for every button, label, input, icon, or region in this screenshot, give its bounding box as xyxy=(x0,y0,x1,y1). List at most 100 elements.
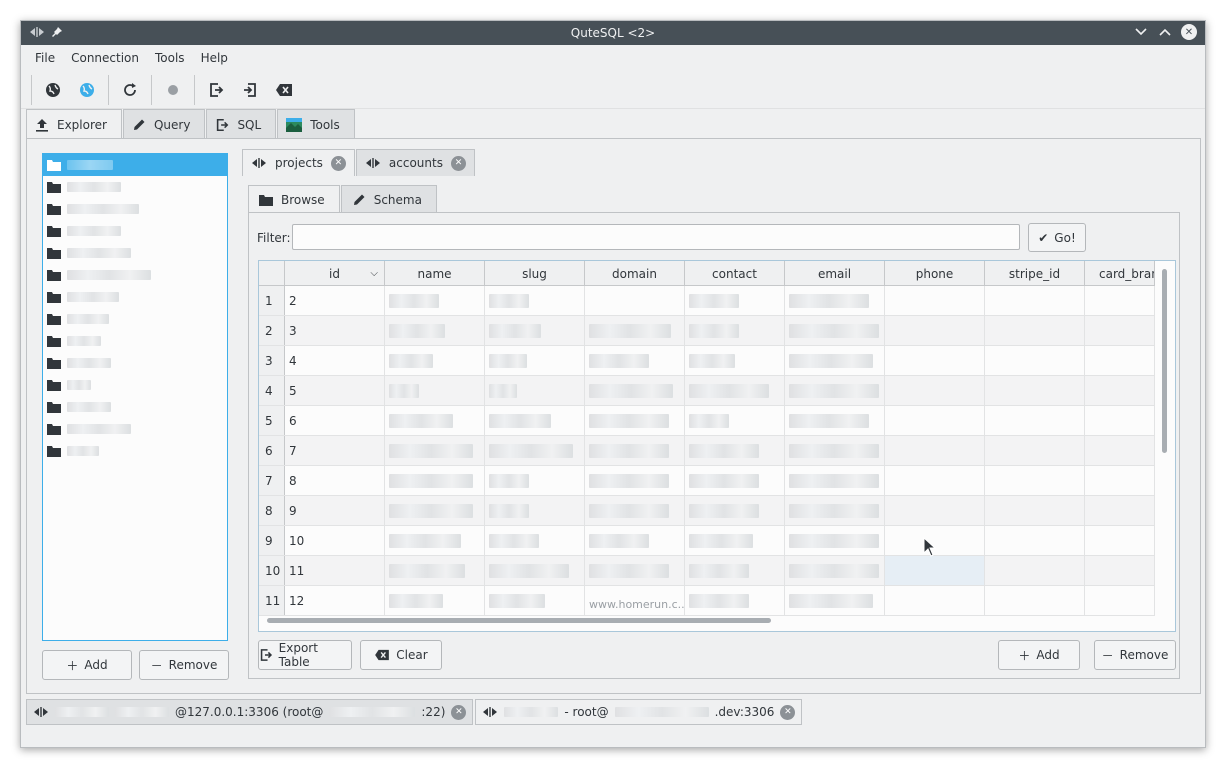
maximize-button[interactable] xyxy=(1157,24,1173,40)
cell-phone[interactable] xyxy=(885,286,985,315)
cell-card-brand[interactable] xyxy=(1085,436,1155,465)
database-item[interactable] xyxy=(43,308,227,330)
cell-stripe-id[interactable] xyxy=(985,316,1085,345)
database-item[interactable] xyxy=(43,440,227,462)
cell-id[interactable]: 2 xyxy=(285,286,385,315)
connection-tab-local[interactable]: @127.0.0.1:3306 (root@ :22) ✕ xyxy=(26,699,474,725)
cell-domain[interactable] xyxy=(585,316,685,345)
import-button[interactable] xyxy=(233,73,267,107)
cell-card-brand[interactable] xyxy=(1085,316,1155,345)
cell-domain[interactable] xyxy=(585,436,685,465)
cell-phone[interactable] xyxy=(885,406,985,435)
tab-browse[interactable]: Browse xyxy=(248,185,340,213)
cell-name[interactable] xyxy=(385,496,485,525)
cell-name[interactable] xyxy=(385,316,485,345)
cell-name[interactable] xyxy=(385,466,485,495)
go-button[interactable]: ✔ Go! xyxy=(1028,223,1086,252)
database-item[interactable] xyxy=(43,220,227,242)
cell-slug[interactable] xyxy=(485,406,585,435)
cell-card-brand[interactable] xyxy=(1085,466,1155,495)
menu-tools[interactable]: Tools xyxy=(147,51,193,65)
cell-contact[interactable] xyxy=(685,436,785,465)
cell-stripe-id[interactable] xyxy=(985,436,1085,465)
cell-email[interactable] xyxy=(785,496,885,525)
cell-id[interactable]: 4 xyxy=(285,346,385,375)
connect-button[interactable] xyxy=(36,73,70,107)
cell-contact[interactable] xyxy=(685,526,785,555)
database-item[interactable] xyxy=(43,396,227,418)
cell-stripe-id[interactable] xyxy=(985,286,1085,315)
database-item[interactable] xyxy=(43,330,227,352)
connection-tab-remote[interactable]: - root@ .dev:3306 ✕ xyxy=(475,699,803,725)
cell-contact[interactable] xyxy=(685,556,785,585)
cell-stripe-id[interactable] xyxy=(985,556,1085,585)
tab-sql[interactable]: SQL xyxy=(206,109,277,139)
minimize-button[interactable] xyxy=(1133,24,1149,40)
column-header-card-brand[interactable]: card_bran xyxy=(1085,261,1155,286)
tab-projects[interactable]: projects ✕ xyxy=(242,149,355,176)
data-grid[interactable]: id ⌵ name slug domain contact email phone… xyxy=(258,260,1176,632)
column-header-id[interactable]: id ⌵ xyxy=(285,261,385,286)
database-item[interactable] xyxy=(43,374,227,396)
cell-slug[interactable] xyxy=(485,466,585,495)
table-row[interactable]: 7 8 xyxy=(259,466,1155,496)
cell-email[interactable] xyxy=(785,556,885,585)
cell-card-brand[interactable] xyxy=(1085,286,1155,315)
cell-name[interactable] xyxy=(385,436,485,465)
tab-schema[interactable]: Schema xyxy=(340,185,437,213)
database-item[interactable] xyxy=(43,154,227,176)
cell-email[interactable] xyxy=(785,346,885,375)
record-button[interactable] xyxy=(156,73,190,107)
cell-slug[interactable] xyxy=(485,436,585,465)
cell-contact[interactable] xyxy=(685,286,785,315)
remove-database-button[interactable]: － Remove xyxy=(139,650,229,680)
database-item[interactable] xyxy=(43,418,227,440)
cell-email[interactable] xyxy=(785,586,885,615)
column-header-contact[interactable]: contact xyxy=(685,261,785,286)
cell-slug[interactable] xyxy=(485,346,585,375)
cell-stripe-id[interactable] xyxy=(985,526,1085,555)
database-item[interactable] xyxy=(43,242,227,264)
tab-query[interactable]: Query xyxy=(122,109,206,139)
database-item[interactable] xyxy=(43,286,227,308)
cell-slug[interactable] xyxy=(485,376,585,405)
filter-input[interactable] xyxy=(292,224,1020,250)
cell-contact[interactable] xyxy=(685,586,785,615)
cell-card-brand[interactable] xyxy=(1085,346,1155,375)
cell-domain[interactable] xyxy=(585,496,685,525)
cell-slug[interactable] xyxy=(485,286,585,315)
cell-name[interactable] xyxy=(385,526,485,555)
cell-card-brand[interactable] xyxy=(1085,376,1155,405)
cell-card-brand[interactable] xyxy=(1085,496,1155,525)
cell-phone[interactable] xyxy=(885,436,985,465)
close-connection-icon[interactable]: ✕ xyxy=(451,704,467,720)
table-row[interactable]: 2 3 xyxy=(259,316,1155,346)
cell-email[interactable] xyxy=(785,526,885,555)
table-row[interactable]: 5 6 xyxy=(259,406,1155,436)
database-item[interactable] xyxy=(43,198,227,220)
cell-domain[interactable] xyxy=(585,376,685,405)
cell-contact[interactable] xyxy=(685,316,785,345)
cell-id[interactable]: 6 xyxy=(285,406,385,435)
table-row[interactable]: 3 4 xyxy=(259,346,1155,376)
cell-phone[interactable] xyxy=(885,376,985,405)
table-row[interactable]: 8 9 xyxy=(259,496,1155,526)
cell-card-brand[interactable] xyxy=(1085,406,1155,435)
cell-domain[interactable] xyxy=(585,406,685,435)
table-row[interactable]: 4 5 xyxy=(259,376,1155,406)
cell-id[interactable]: 8 xyxy=(285,466,385,495)
cell-id[interactable]: 10 xyxy=(285,526,385,555)
database-list[interactable] xyxy=(42,153,228,641)
cell-domain[interactable] xyxy=(585,526,685,555)
cell-id[interactable]: 3 xyxy=(285,316,385,345)
cell-stripe-id[interactable] xyxy=(985,586,1085,615)
column-header-stripe-id[interactable]: stripe_id xyxy=(985,261,1085,286)
table-row[interactable]: 10 11 xyxy=(259,556,1155,586)
cell-slug[interactable] xyxy=(485,556,585,585)
cell-card-brand[interactable] xyxy=(1085,526,1155,555)
cell-phone[interactable] xyxy=(885,346,985,375)
connect-remote-button[interactable] xyxy=(70,73,104,107)
cell-id[interactable]: 7 xyxy=(285,436,385,465)
column-header-email[interactable]: email xyxy=(785,261,885,286)
cell-contact[interactable] xyxy=(685,346,785,375)
